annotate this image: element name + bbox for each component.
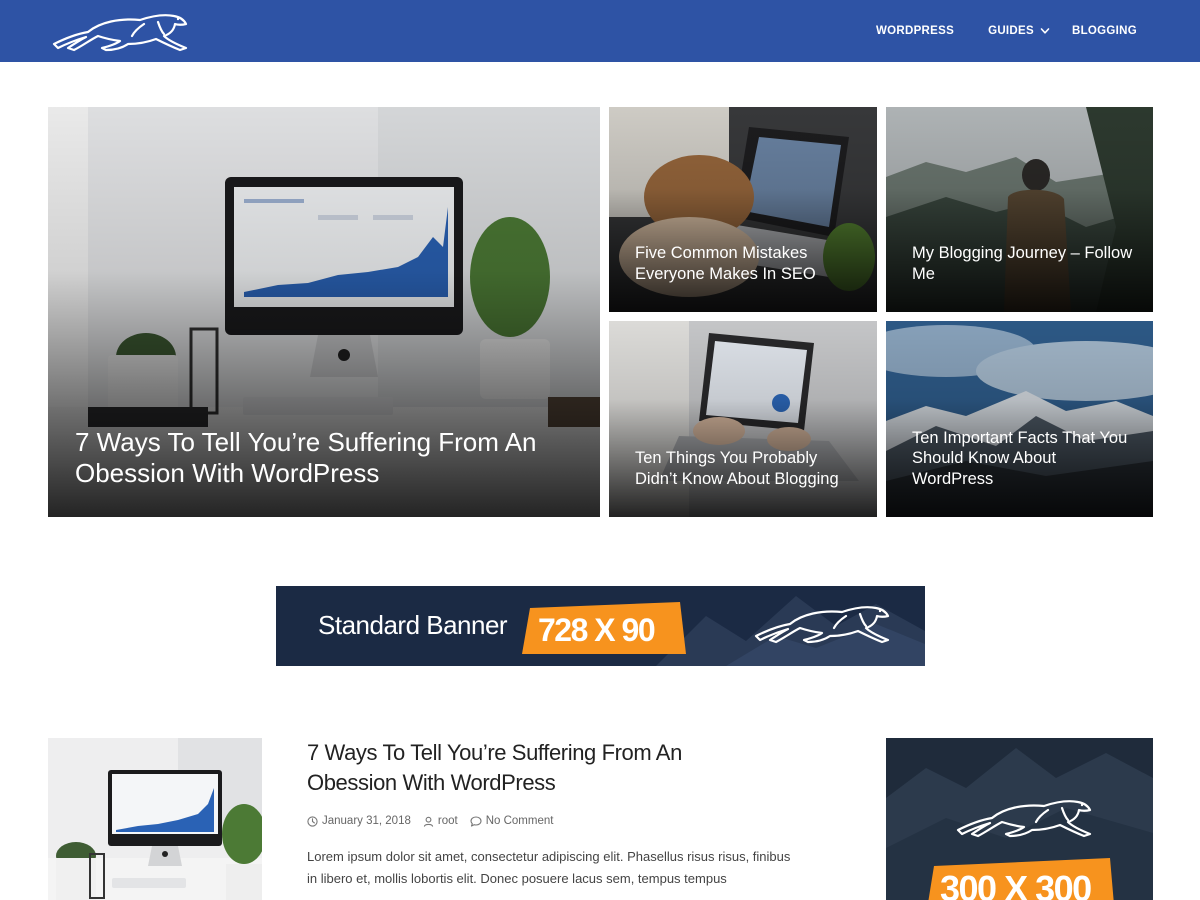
featured-post-title[interactable]: Five Common Mistakes Everyone Makes In S…	[635, 243, 857, 284]
sidebar-ad-size-tag: 300 X 300	[924, 858, 1116, 900]
featured-post-tile[interactable]: Ten Things You Probably Didn’t Know Abou…	[609, 321, 877, 517]
post-date[interactable]: January 31, 2018	[307, 815, 411, 827]
post-comments-text: No Comment	[485, 815, 554, 827]
cheetah-logo-icon	[750, 600, 896, 648]
post-thumbnail[interactable]	[48, 738, 262, 900]
featured-post-tile[interactable]: Five Common Mistakes Everyone Makes In S…	[609, 107, 877, 312]
main-nav: WORDPRESS GUIDES BLOGGING	[876, 0, 1137, 62]
featured-post-tile[interactable]: Ten Important Facts That You Should Know…	[886, 321, 1153, 517]
banner-text: Standard Banner	[318, 610, 508, 640]
featured-post-title[interactable]: Ten Important Facts That You Should Know…	[912, 428, 1133, 490]
post-meta: January 31, 2018 root No Comment	[307, 815, 553, 827]
post-date-text: January 31, 2018	[322, 815, 411, 827]
featured-post-tile[interactable]: My Blogging Journey – Follow Me	[886, 107, 1153, 312]
comment-icon	[470, 815, 482, 827]
site-header: WORDPRESS GUIDES BLOGGING	[0, 0, 1200, 62]
post-thumbnail-image	[48, 738, 262, 900]
post-author[interactable]: root	[423, 815, 458, 827]
clock-icon	[307, 815, 318, 827]
sidebar-ad[interactable]: 300 X 300	[886, 738, 1153, 900]
nav-item-guides[interactable]: GUIDES	[988, 25, 1050, 37]
featured-post-title[interactable]: 7 Ways To Tell You’re Suffering From An …	[75, 427, 560, 489]
nav-label: BLOGGING	[1071, 25, 1137, 37]
featured-post-main[interactable]: 7 Ways To Tell You’re Suffering From An …	[48, 107, 600, 517]
nav-label: GUIDES	[988, 25, 1034, 37]
sidebar-ad-size-label: 300 X 300	[940, 868, 1092, 900]
chevron-down-icon	[1040, 28, 1050, 34]
featured-post-title[interactable]: My Blogging Journey – Follow Me	[912, 243, 1133, 284]
post-author-text: root	[437, 815, 458, 827]
user-icon	[423, 816, 434, 827]
featured-post-title[interactable]: Ten Things You Probably Didn’t Know Abou…	[635, 448, 857, 489]
standard-banner-ad[interactable]: Standard Banner 728 X 90	[276, 586, 925, 666]
post-comments[interactable]: No Comment	[470, 815, 554, 827]
banner-size-label: 728 X 90	[538, 612, 656, 648]
nav-item-wordpress[interactable]: WORDPRESS	[876, 25, 954, 37]
cheetah-logo-icon[interactable]	[48, 8, 194, 56]
nav-label: WORDPRESS	[875, 25, 955, 37]
post-title[interactable]: 7 Ways To Tell You’re Suffering From An …	[307, 738, 747, 798]
banner-size-tag: 728 X 90	[522, 602, 686, 654]
nav-item-blogging[interactable]: BLOGGING	[1072, 25, 1137, 37]
post-excerpt: Lorem ipsum dolor sit amet, consectetur …	[307, 849, 791, 886]
cheetah-logo-icon	[952, 794, 1098, 842]
